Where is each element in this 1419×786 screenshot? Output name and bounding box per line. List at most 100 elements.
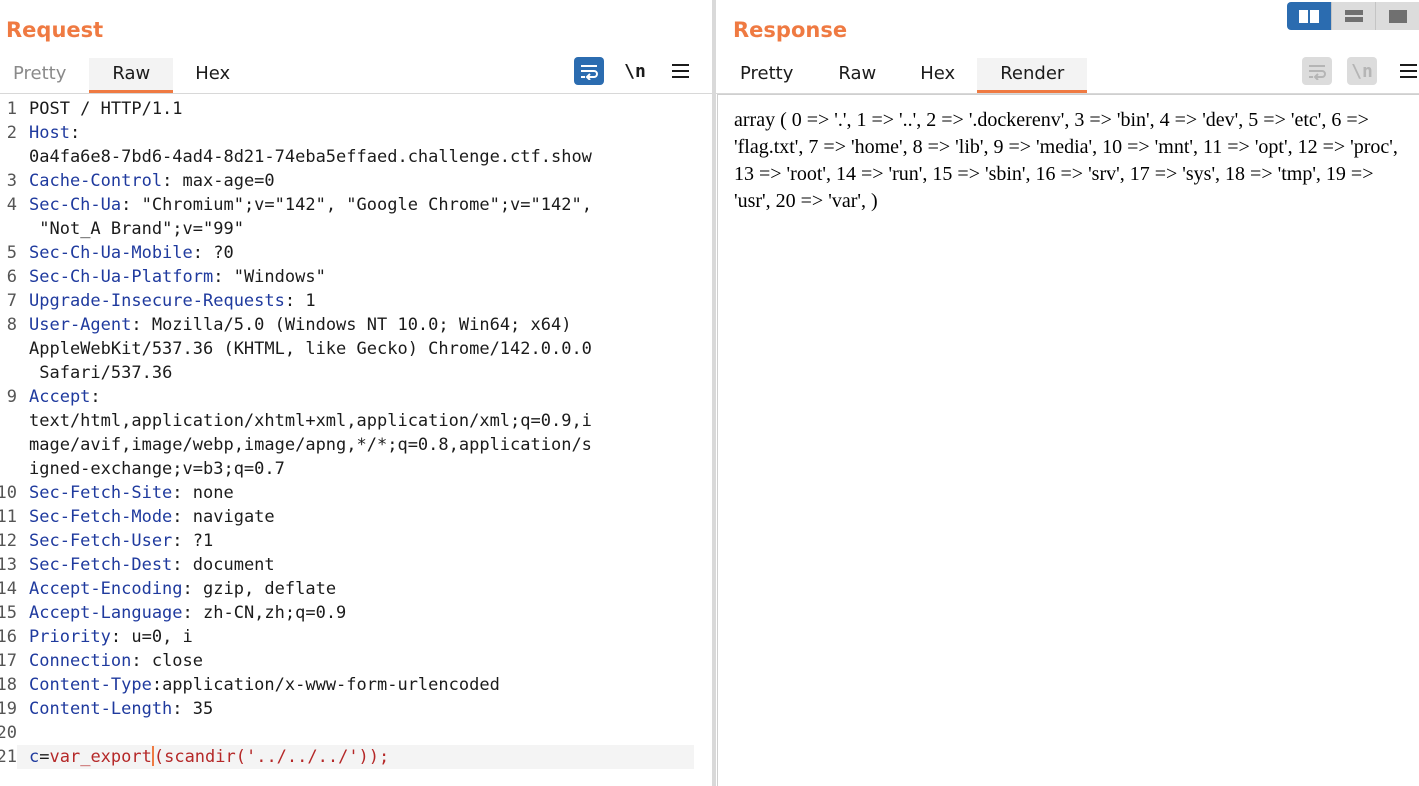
tab-pretty[interactable]: Pretty [717,58,816,93]
header-value: : none [172,483,234,503]
single-pane-button[interactable] [1375,2,1419,30]
line-number: 21 [0,747,17,767]
line-number: 16 [0,627,17,647]
header-value: : u=0, i [110,627,193,647]
request-editor[interactable]: 1 POST / HTTP/1.1 2 Host: 0a4fa6e8-7bd6-4ad… [0,97,700,769]
header-name: Sec-Fetch-Mode [29,507,173,527]
line-content: Host: 0a4fa6e8-7bd6-4ad4-8d21-74eba5effa… [17,121,694,169]
editor-line: 10 Sec-Fetch-Site: none [0,481,700,505]
editor-line: 9 Accept: text/html,application/xhtml+xml… [0,385,700,481]
header-value: : close [131,651,204,671]
header-value: : ?0 [192,243,234,263]
response-tabs: Pretty Raw Hex Render [717,58,1088,93]
line-number: 3 [6,171,17,191]
show-newlines-button[interactable]: \n [620,57,650,85]
tab-raw[interactable]: Raw [89,58,174,93]
wrap-lines-icon [1309,65,1326,80]
header-name: Host [29,123,70,143]
stacked-rows-icon [1344,10,1363,22]
stacked-rows-button[interactable] [1331,2,1375,30]
tab-raw[interactable]: Raw [816,58,898,93]
response-pane: Response Pretty Raw Hex Render \n array … [716,0,1419,786]
header-name: Sec-Fetch-Dest [29,555,173,575]
line-content: Priority: u=0, i [17,625,694,649]
menu-icon [671,64,689,78]
line-content: Accept-Language: zh-CN,zh;q=0.9 [17,601,694,625]
side-by-side-icon [1299,9,1319,23]
line-content [17,721,694,745]
line-content: Sec-Fetch-User: ?1 [17,529,694,553]
header-value: :application/x-www-form-urlencoded [151,675,500,695]
editor-line: 1 POST / HTTP/1.1 [0,97,700,121]
editor-line: 14 Accept-Encoding: gzip, deflate [0,577,700,601]
tab-render[interactable]: Render [977,58,1088,93]
body-param-value: var_export [49,747,152,767]
editor-line: 13 Sec-Fetch-Dest: document [0,553,700,577]
line-number: 1 [6,99,17,119]
editor-line: 7 Upgrade-Insecure-Requests: 1 [0,289,700,313]
line-number: 4 [6,195,17,215]
editor-line: 8 User-Agent: Mozilla/5.0 (Windows NT 10.… [0,313,700,385]
single-pane-icon [1388,9,1407,23]
request-title: Request [6,18,104,42]
header-name: Sec-Ch-Ua-Platform [29,267,214,287]
header-value: : text/html,application/xhtml+xml,applic… [29,387,592,479]
line-content: Accept-Encoding: gzip, deflate [17,577,694,601]
header-value: POST / HTTP/1.1 [29,99,183,119]
header-value: : gzip, deflate [182,579,337,599]
request-tabs-divider [0,93,712,94]
tab-hex[interactable]: Hex [898,58,977,93]
header-value: : document [172,555,275,575]
editor-line: 6 Sec-Ch-Ua-Platform: "Windows" [0,265,700,289]
response-title: Response [733,18,848,42]
line-number: 11 [0,507,17,527]
editor-line: 2 Host: 0a4fa6e8-7bd6-4ad4-8d21-74eba5eff… [0,121,700,169]
line-number: 2 [6,123,17,143]
editor-line: 15 Accept-Language: zh-CN,zh;q=0.9 [0,601,700,625]
header-name: Accept-Encoding [29,579,183,599]
line-content: POST / HTTP/1.1 [17,97,694,121]
request-menu-button[interactable] [665,57,695,85]
header-name: Accept [29,387,91,407]
body-param-value-rest: (scandir('../../../')); [153,747,390,767]
header-name: User-Agent [29,315,132,335]
side-by-side-button[interactable] [1287,2,1331,30]
line-number: 14 [0,579,17,599]
line-content: Content-Length: 35 [17,697,694,721]
line-number: 6 [6,267,17,287]
header-value: : 35 [172,699,214,719]
editor-line: 12 Sec-Fetch-User: ?1 [0,529,700,553]
response-menu-button[interactable] [1393,57,1419,85]
line-number: 13 [0,555,17,575]
editor-line: 18 Content-Type:application/x-www-form-ur… [0,673,700,697]
header-value: : 1 [284,291,316,311]
render-view: array ( 0 => '.', 1 => '..', 2 => '.dock… [717,94,1419,786]
wrap-lines-icon [581,65,598,80]
header-name: Content-Type [29,675,152,695]
line-content: User-Agent: Mozilla/5.0 (Windows NT 10.0… [17,313,694,385]
header-name: Upgrade-Insecure-Requests [29,291,285,311]
wrap-lines-button[interactable] [574,57,604,85]
line-number: 20 [0,723,17,743]
tab-hex[interactable]: Hex [173,58,252,93]
editor-line: 3 Cache-Control: max-age=0 [0,169,700,193]
line-content: Sec-Fetch-Mode: navigate [17,505,694,529]
tab-pretty[interactable]: Pretty [0,58,89,93]
header-value: : max-age=0 [162,171,275,191]
show-newlines-button[interactable]: \n [1347,57,1377,85]
line-number: 18 [0,675,17,695]
menu-icon [1399,64,1417,78]
line-number: 8 [6,315,17,335]
header-name: Priority [29,627,111,647]
header-name: Content-Length [29,699,173,719]
body-param-equals: = [39,747,50,767]
editor-line: 19 Content-Length: 35 [0,697,700,721]
header-name: Cache-Control [29,171,163,191]
layout-toggle [1287,2,1419,30]
wrap-lines-button[interactable] [1302,57,1332,85]
header-name: Sec-Fetch-Site [29,483,173,503]
line-content: Accept: text/html,application/xhtml+xml,… [17,385,694,481]
line-number: 15 [0,603,17,623]
line-number: 19 [0,699,17,719]
request-tabs: Pretty Raw Hex [0,58,252,93]
